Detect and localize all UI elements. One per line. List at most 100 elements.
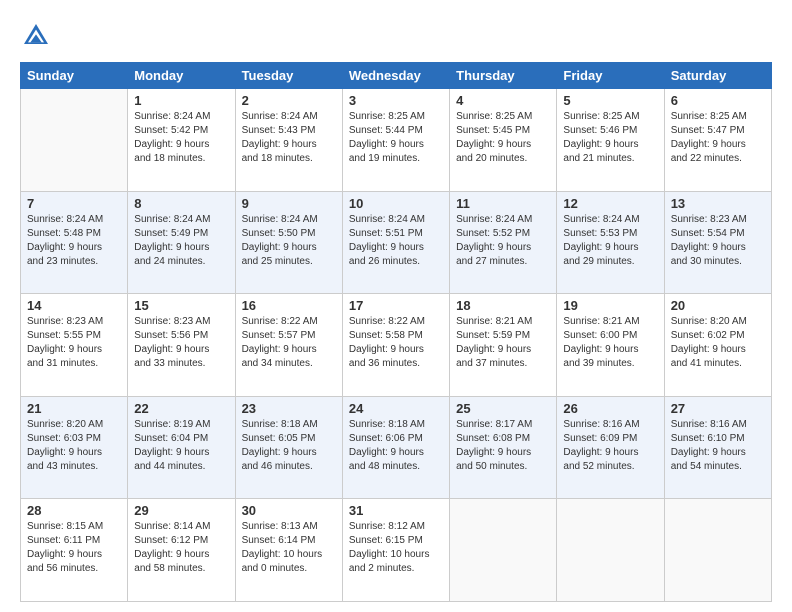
day-info: Sunrise: 8:23 AMSunset: 5:56 PMDaylight:… — [134, 315, 228, 371]
calendar-cell: 30Sunrise: 8:13 AMSunset: 6:14 PMDayligh… — [235, 499, 342, 602]
day-info: Sunrise: 8:24 AMSunset: 5:53 PMDaylight:… — [563, 213, 657, 269]
day-number: 11 — [456, 196, 550, 211]
day-number: 26 — [563, 401, 657, 416]
day-number: 8 — [134, 196, 228, 211]
weekday-header-cell: Saturday — [664, 63, 771, 89]
calendar-week-row: 7 Sunrise: 8:24 AMSunset: 5:48 PMDaylight… — [21, 191, 772, 294]
calendar-cell: 16 Sunrise: 8:22 AMSunset: 5:57 PMDayligh… — [235, 294, 342, 397]
day-number: 14 — [27, 298, 121, 313]
calendar-cell: 9 Sunrise: 8:24 AMSunset: 5:50 PMDaylight… — [235, 191, 342, 294]
weekday-header-cell: Thursday — [450, 63, 557, 89]
calendar-cell: 19 Sunrise: 8:21 AMSunset: 6:00 PMDayligh… — [557, 294, 664, 397]
day-info: Sunrise: 8:24 AMSunset: 5:50 PMDaylight:… — [242, 213, 336, 269]
calendar-week-row: 1Sunrise: 8:24 AMSunset: 5:42 PMDaylight… — [21, 89, 772, 192]
calendar-week-row: 14 Sunrise: 8:23 AMSunset: 5:55 PMDayligh… — [21, 294, 772, 397]
weekday-header-cell: Friday — [557, 63, 664, 89]
day-number: 2 — [242, 93, 336, 108]
day-number: 4 — [456, 93, 550, 108]
day-info: Sunrise: 8:24 AMSunset: 5:48 PMDaylight:… — [27, 213, 121, 269]
day-number: 19 — [563, 298, 657, 313]
calendar-cell: 24Sunrise: 8:18 AMSunset: 6:06 PMDayligh… — [342, 396, 449, 499]
day-info: Sunrise: 8:25 AMSunset: 5:44 PMDaylight:… — [349, 110, 443, 166]
page: SundayMondayTuesdayWednesdayThursdayFrid… — [0, 0, 792, 612]
day-info: Sunrise: 8:19 AMSunset: 6:04 PMDaylight:… — [134, 418, 228, 474]
weekday-header-cell: Tuesday — [235, 63, 342, 89]
day-info: Sunrise: 8:25 AMSunset: 5:46 PMDaylight:… — [563, 110, 657, 166]
day-info: Sunrise: 8:21 AMSunset: 5:59 PMDaylight:… — [456, 315, 550, 371]
day-info: Sunrise: 8:16 AMSunset: 6:10 PMDaylight:… — [671, 418, 765, 474]
day-info: Sunrise: 8:21 AMSunset: 6:00 PMDaylight:… — [563, 315, 657, 371]
calendar-cell — [21, 89, 128, 192]
calendar-body: 1Sunrise: 8:24 AMSunset: 5:42 PMDaylight… — [21, 89, 772, 602]
calendar-cell: 21Sunrise: 8:20 AMSunset: 6:03 PMDayligh… — [21, 396, 128, 499]
day-info: Sunrise: 8:20 AMSunset: 6:02 PMDaylight:… — [671, 315, 765, 371]
day-number: 15 — [134, 298, 228, 313]
day-info: Sunrise: 8:22 AMSunset: 5:58 PMDaylight:… — [349, 315, 443, 371]
day-info: Sunrise: 8:24 AMSunset: 5:51 PMDaylight:… — [349, 213, 443, 269]
day-number: 3 — [349, 93, 443, 108]
calendar-table: SundayMondayTuesdayWednesdayThursdayFrid… — [20, 62, 772, 602]
calendar-cell: 6Sunrise: 8:25 AMSunset: 5:47 PMDaylight… — [664, 89, 771, 192]
weekday-header-row: SundayMondayTuesdayWednesdayThursdayFrid… — [21, 63, 772, 89]
day-number: 5 — [563, 93, 657, 108]
day-info: Sunrise: 8:23 AMSunset: 5:54 PMDaylight:… — [671, 213, 765, 269]
logo-icon — [20, 20, 52, 52]
logo — [20, 20, 56, 52]
day-info: Sunrise: 8:24 AMSunset: 5:43 PMDaylight:… — [242, 110, 336, 166]
calendar-cell: 18 Sunrise: 8:21 AMSunset: 5:59 PMDayligh… — [450, 294, 557, 397]
calendar-week-row: 28 Sunrise: 8:15 AMSunset: 6:11 PMDayligh… — [21, 499, 772, 602]
day-info: Sunrise: 8:22 AMSunset: 5:57 PMDaylight:… — [242, 315, 336, 371]
calendar-cell: 10 Sunrise: 8:24 AMSunset: 5:51 PMDayligh… — [342, 191, 449, 294]
calendar-cell: 14 Sunrise: 8:23 AMSunset: 5:55 PMDayligh… — [21, 294, 128, 397]
day-info: Sunrise: 8:14 AMSunset: 6:12 PMDaylight:… — [134, 520, 228, 576]
weekday-header-cell: Monday — [128, 63, 235, 89]
day-number: 27 — [671, 401, 765, 416]
day-number: 20 — [671, 298, 765, 313]
day-number: 30 — [242, 503, 336, 518]
day-number: 17 — [349, 298, 443, 313]
calendar-cell: 3 Sunrise: 8:25 AMSunset: 5:44 PMDaylight… — [342, 89, 449, 192]
calendar-cell: 23 Sunrise: 8:18 AMSunset: 6:05 PMDayligh… — [235, 396, 342, 499]
header — [20, 20, 772, 52]
calendar-cell: 2 Sunrise: 8:24 AMSunset: 5:43 PMDaylight… — [235, 89, 342, 192]
calendar-cell: 7 Sunrise: 8:24 AMSunset: 5:48 PMDaylight… — [21, 191, 128, 294]
calendar-cell: 5 Sunrise: 8:25 AMSunset: 5:46 PMDaylight… — [557, 89, 664, 192]
weekday-header-cell: Sunday — [21, 63, 128, 89]
calendar-cell: 12 Sunrise: 8:24 AMSunset: 5:53 PMDayligh… — [557, 191, 664, 294]
calendar-cell: 22Sunrise: 8:19 AMSunset: 6:04 PMDayligh… — [128, 396, 235, 499]
day-number: 12 — [563, 196, 657, 211]
calendar-cell: 11 Sunrise: 8:24 AMSunset: 5:52 PMDayligh… — [450, 191, 557, 294]
day-number: 29 — [134, 503, 228, 518]
day-info: Sunrise: 8:12 AMSunset: 6:15 PMDaylight:… — [349, 520, 443, 576]
day-number: 18 — [456, 298, 550, 313]
calendar-cell: 28 Sunrise: 8:15 AMSunset: 6:11 PMDayligh… — [21, 499, 128, 602]
calendar-week-row: 21Sunrise: 8:20 AMSunset: 6:03 PMDayligh… — [21, 396, 772, 499]
calendar-cell: 20 Sunrise: 8:20 AMSunset: 6:02 PMDayligh… — [664, 294, 771, 397]
day-info: Sunrise: 8:24 AMSunset: 5:52 PMDaylight:… — [456, 213, 550, 269]
day-info: Sunrise: 8:24 AMSunset: 5:49 PMDaylight:… — [134, 213, 228, 269]
day-number: 16 — [242, 298, 336, 313]
day-info: Sunrise: 8:25 AMSunset: 5:47 PMDaylight:… — [671, 110, 765, 166]
day-info: Sunrise: 8:17 AMSunset: 6:08 PMDaylight:… — [456, 418, 550, 474]
day-info: Sunrise: 8:18 AMSunset: 6:05 PMDaylight:… — [242, 418, 336, 474]
weekday-header-cell: Wednesday — [342, 63, 449, 89]
day-number: 28 — [27, 503, 121, 518]
day-info: Sunrise: 8:16 AMSunset: 6:09 PMDaylight:… — [563, 418, 657, 474]
day-info: Sunrise: 8:25 AMSunset: 5:45 PMDaylight:… — [456, 110, 550, 166]
day-number: 31 — [349, 503, 443, 518]
day-number: 23 — [242, 401, 336, 416]
day-number: 24 — [349, 401, 443, 416]
day-number: 7 — [27, 196, 121, 211]
calendar-cell: 25 Sunrise: 8:17 AMSunset: 6:08 PMDayligh… — [450, 396, 557, 499]
day-number: 9 — [242, 196, 336, 211]
calendar-cell: 26 Sunrise: 8:16 AMSunset: 6:09 PMDayligh… — [557, 396, 664, 499]
day-info: Sunrise: 8:15 AMSunset: 6:11 PMDaylight:… — [27, 520, 121, 576]
calendar-cell: 31 Sunrise: 8:12 AMSunset: 6:15 PMDayligh… — [342, 499, 449, 602]
day-number: 10 — [349, 196, 443, 211]
day-info: Sunrise: 8:24 AMSunset: 5:42 PMDaylight:… — [134, 110, 228, 166]
day-number: 25 — [456, 401, 550, 416]
calendar-cell: 17 Sunrise: 8:22 AMSunset: 5:58 PMDayligh… — [342, 294, 449, 397]
day-info: Sunrise: 8:23 AMSunset: 5:55 PMDaylight:… — [27, 315, 121, 371]
calendar-cell: 8 Sunrise: 8:24 AMSunset: 5:49 PMDaylight… — [128, 191, 235, 294]
calendar-cell — [664, 499, 771, 602]
